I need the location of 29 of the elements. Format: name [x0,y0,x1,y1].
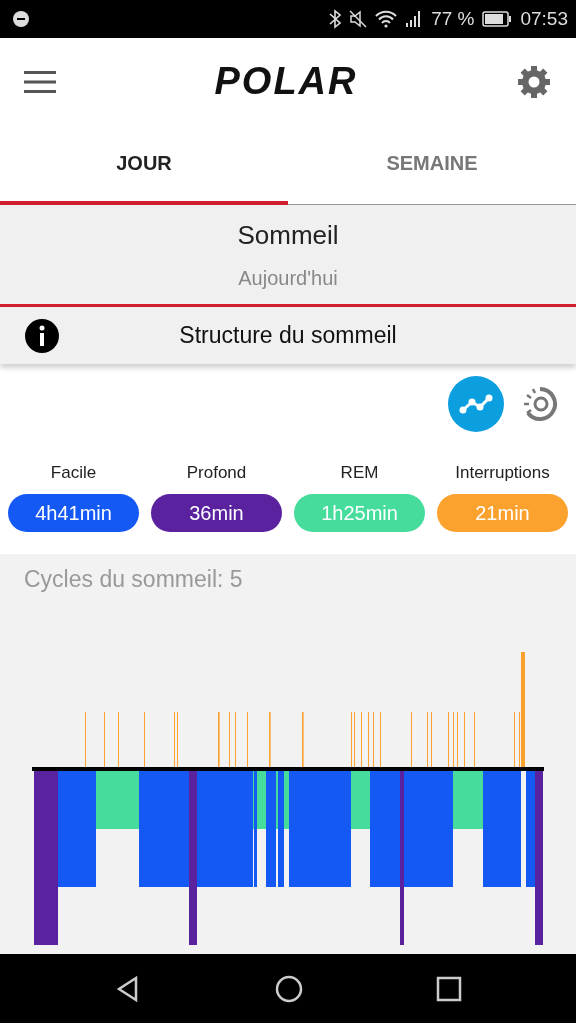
stage-label: Profond [186,463,247,482]
info-icon[interactable] [24,317,60,354]
bluetooth-icon [329,9,342,29]
menu-icon[interactable] [24,69,56,94]
battery-percent: 77 % [431,6,475,31]
summary-title: Sommeil [237,219,339,252]
settings-icon[interactable] [516,63,552,100]
stage-duration: 4h41min [8,493,139,532]
line-graph-icon [459,393,493,415]
summary-date: Aujourd'hui [238,266,338,291]
clock-time: 07:53 [520,6,568,31]
battery-icon [482,11,513,27]
stage-duration: 36min [151,493,282,532]
home-icon[interactable] [275,974,303,1003]
stage-label: Interruptions [455,463,550,482]
mute-icon [349,10,368,28]
recents-icon[interactable] [435,975,462,1002]
stage-label: REM [340,463,379,482]
stage-duration: 1h25min [294,493,425,532]
notification-icon [12,10,30,28]
cycle-icon [521,385,559,423]
tab[interactable]: SEMAINE [288,125,576,205]
wifi-icon [375,10,398,28]
section-title: Structure du sommeil [179,322,397,349]
stage-label: Facile [50,463,97,482]
logo: POLAR [214,59,358,104]
stage-duration: 21min [437,493,568,532]
graph-view-button[interactable] [448,376,504,432]
chart-title: Cycles du sommeil: 5 [24,566,243,592]
